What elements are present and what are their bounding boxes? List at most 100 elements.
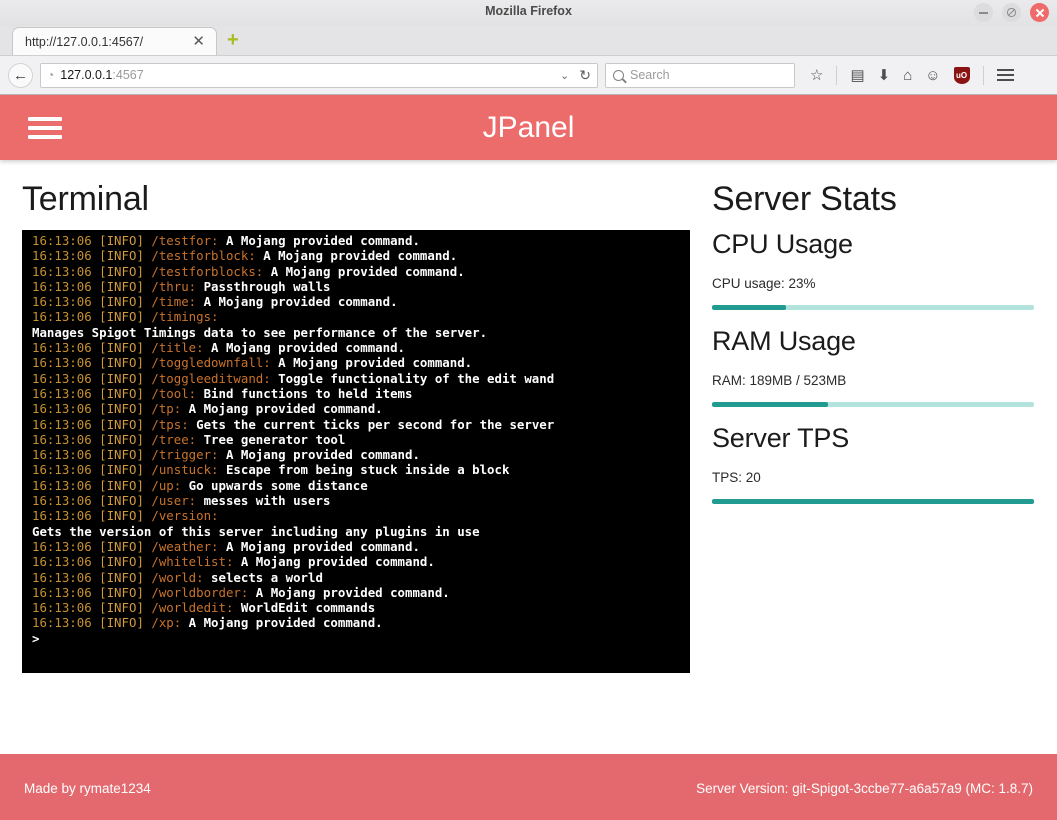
terminal-line: 16:13:06 [INFO] /time: A Mojang provided… (32, 294, 684, 309)
home-icon[interactable]: ⌂ (903, 68, 912, 83)
footer-server-version: Server Version: git-Spigot-3ccbe77-a6a57… (696, 780, 1033, 796)
tab-close-icon[interactable]: ✕ (189, 34, 208, 49)
terminal-line: 16:13:06 [INFO] /toggledownfall: A Mojan… (32, 355, 684, 370)
close-icon[interactable] (1030, 3, 1049, 22)
hamburger-menu-icon[interactable] (28, 116, 62, 139)
terminal-line: 16:13:06 [INFO] /worldedit: WorldEdit co… (32, 600, 684, 615)
terminal-line: 16:13:06 [INFO] /user: messes with users (32, 493, 684, 508)
maximize-icon[interactable] (1002, 3, 1021, 22)
terminal-line: 16:13:06 [INFO] /tool: Bind functions to… (32, 386, 684, 401)
search-icon (613, 69, 624, 81)
terminal-description: Bind functions to held items (196, 385, 413, 401)
terminal-timestamp: 16:13:06 (32, 538, 100, 554)
terminal-line: 16:13:06 [INFO] /testfor: A Mojang provi… (32, 233, 684, 248)
terminal-command: /toggleeditwand: (151, 370, 271, 386)
window-title: Mozilla Firefox (485, 4, 572, 18)
stat-title: Server TPS (712, 423, 850, 453)
window-controls (974, 3, 1049, 22)
back-button[interactable]: ← (8, 62, 33, 88)
terminal-timestamp: 16:13:06 (32, 584, 100, 600)
browser-chrome: Mozilla Firefox http://127.0.0.1:4567/ ✕… (0, 0, 1057, 95)
page-content: JPanel Terminal 16:13:06 [INFO] /testfor… (0, 95, 1057, 820)
terminal-line: 16:13:06 [INFO] /unstuck: Escape from be… (32, 462, 684, 477)
terminal-timestamp: 16:13:06 (32, 248, 100, 264)
terminal-timestamp: 16:13:06 (32, 477, 100, 493)
terminal-line-continuation: Gets the version of this server includin… (32, 523, 480, 539)
terminal-line: 16:13:06 [INFO] /timings: (32, 309, 684, 324)
terminal-command: /weather: (151, 538, 219, 554)
new-tab-icon[interactable]: + (227, 30, 239, 50)
terminal-level: [INFO] (99, 370, 152, 386)
chevron-down-icon[interactable]: ⌄ (560, 69, 569, 82)
terminal-command: /unstuck: (151, 462, 219, 478)
terminal-line: 16:13:06 [INFO] /trigger: A Mojang provi… (32, 447, 684, 462)
url-text: 127.0.0.1:4567 (60, 68, 554, 82)
terminal-line: 16:13:06 [INFO] /tree: Tree generator to… (32, 432, 684, 447)
terminal-description: Passthrough walls (196, 278, 331, 294)
bookmark-star-icon[interactable]: ☆ (810, 68, 823, 83)
terminal-level: [INFO] (99, 554, 152, 570)
tab-title: http://127.0.0.1:4567/ (25, 34, 144, 49)
terminal-line: Manages Spigot Timings data to see perfo… (32, 325, 684, 340)
url-host: 127.0.0.1 (60, 68, 113, 82)
terminal-level: [INFO] (99, 263, 152, 279)
terminal-command: /tps: (151, 416, 189, 432)
terminal-level: [INFO] (99, 615, 152, 631)
stats-column: Server Stats CPU Usage CPU usage: 23% RAM … (690, 160, 1057, 754)
terminal-timestamp: 16:13:06 (32, 370, 100, 386)
terminal-command: /thru: (151, 278, 197, 294)
terminal-line-continuation: Manages Spigot Timings data to see perfo… (32, 324, 488, 340)
terminal-command: /timings: (151, 309, 219, 325)
terminal-level: [INFO] (99, 309, 152, 325)
library-icon[interactable]: ▤ (850, 68, 864, 83)
stat-title: RAM Usage (712, 326, 856, 356)
terminal-timestamp: 16:13:06 (32, 493, 100, 509)
terminal-command: /trigger: (151, 447, 219, 463)
minimize-icon[interactable] (974, 3, 993, 22)
terminal-timestamp: 16:13:06 (32, 416, 100, 432)
terminal-timestamp: 16:13:06 (32, 508, 100, 524)
stat-progress-bar (712, 402, 1034, 407)
terminal-timestamp: 16:13:06 (32, 447, 100, 463)
terminal-command: /tool: (151, 385, 197, 401)
url-port: :4567 (112, 68, 144, 82)
terminal-line: 16:13:06 [INFO] /testforblocks: A Mojang… (32, 264, 684, 279)
terminal-level: [INFO] (99, 584, 152, 600)
stat-progress-bar (712, 305, 1034, 310)
terminal-level: [INFO] (99, 600, 152, 616)
reload-icon[interactable]: ↻ (575, 67, 591, 84)
chat-icon[interactable]: ☺ (925, 68, 940, 83)
search-input[interactable]: Search (605, 62, 795, 88)
terminal-command: /time: (151, 294, 197, 310)
terminal-line: 16:13:06 [INFO] /tp: A Mojang provided c… (32, 401, 684, 416)
search-placeholder: Search (630, 68, 670, 82)
terminal-description: A Mojang provided command. (196, 294, 398, 310)
terminal-timestamp: 16:13:06 (32, 385, 100, 401)
terminal-command: /user: (151, 493, 197, 509)
terminal-prompt[interactable]: > (32, 631, 684, 646)
terminal-heading: Terminal (22, 180, 149, 218)
terminal-description: Go upwards some distance (181, 477, 368, 493)
footer-credit: Made by rymate1234 (24, 780, 151, 796)
browser-menu-icon[interactable] (996, 69, 1014, 81)
terminal-command: /tree: (151, 431, 197, 447)
terminal-level: [INFO] (99, 493, 152, 509)
terminal-level: [INFO] (99, 248, 152, 264)
download-icon[interactable]: ⬇ (878, 68, 891, 83)
address-bar[interactable]: ◔ 127.0.0.1:4567 ⌄ ↻ (40, 62, 598, 88)
ublock-shield-icon[interactable]: uO (953, 66, 970, 84)
stat-progress-bar (712, 499, 1034, 504)
terminal-line: 16:13:06 [INFO] /worldborder: A Mojang p… (32, 585, 684, 600)
stat-value-text: CPU usage: 23% (712, 276, 816, 291)
terminal-command: /title: (151, 340, 204, 356)
browser-tab[interactable]: http://127.0.0.1:4567/ ✕ (12, 27, 217, 55)
terminal-line: 16:13:06 [INFO] /world: selects a world (32, 570, 684, 585)
terminal-description: Toggle functionality of the edit wand (270, 370, 555, 386)
terminal-line: 16:13:06 [INFO] /weather: A Mojang provi… (32, 539, 684, 554)
terminal-line: 16:13:06 [INFO] /toggleeditwand: Toggle … (32, 371, 684, 386)
terminal-timestamp: 16:13:06 (32, 462, 100, 478)
terminal-output[interactable]: 16:13:06 [INFO] /testfor: A Mojang provi… (22, 230, 690, 673)
terminal-timestamp: 16:13:06 (32, 355, 100, 371)
terminal-level: [INFO] (99, 569, 152, 585)
terminal-level: [INFO] (99, 416, 152, 432)
